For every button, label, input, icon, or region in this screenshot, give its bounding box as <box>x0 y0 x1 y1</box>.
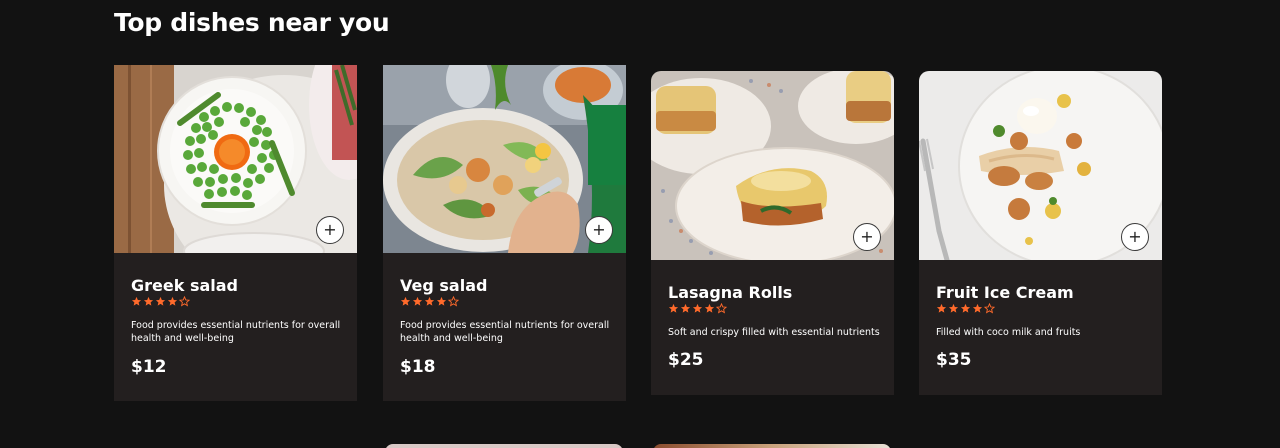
star-filled-icon <box>960 303 971 313</box>
star-filled-icon <box>936 303 947 313</box>
star-rating <box>131 296 340 310</box>
dish-card-peek[interactable] <box>385 444 623 448</box>
star-filled-icon <box>972 303 983 313</box>
plus-icon: + <box>860 227 874 246</box>
dish-description: Soft and crispy filled with essential nu… <box>668 327 880 338</box>
add-to-cart-button[interactable]: + <box>585 216 613 244</box>
star-rating <box>400 296 609 310</box>
dish-name: Fruit Ice Cream <box>936 283 1074 302</box>
page: Top dishes near you + Greek salad Food p… <box>0 0 1280 448</box>
dish-info: Greek salad Food provides essential nutr… <box>114 253 357 377</box>
dish-name: Veg salad <box>400 276 488 295</box>
dish-card-lasagna-rolls[interactable]: + Lasagna Rolls Soft and crispy filled w… <box>651 71 894 395</box>
star-empty-icon <box>448 296 459 307</box>
dish-price: $18 <box>400 357 436 377</box>
star-filled-icon <box>131 296 142 306</box>
dish-description: Filled with coco milk and fruits <box>936 327 1081 338</box>
star-filled-icon <box>680 303 691 313</box>
star-filled-icon <box>704 303 715 313</box>
dish-photo: + <box>383 65 626 253</box>
star-filled-icon <box>424 296 435 306</box>
add-to-cart-button[interactable]: + <box>853 223 881 251</box>
dish-photo: + <box>651 71 894 260</box>
star-empty-icon <box>179 296 190 307</box>
star-filled-icon <box>412 296 423 306</box>
star-filled-icon <box>167 296 178 306</box>
plus-icon: + <box>1128 227 1142 246</box>
dish-name: Greek salad <box>131 276 238 295</box>
dish-photo: + <box>919 71 1162 260</box>
dish-card-peek[interactable] <box>653 444 891 448</box>
star-empty-icon <box>716 303 727 314</box>
star-filled-icon <box>155 296 166 306</box>
star-filled-icon <box>692 303 703 313</box>
dish-photo: + <box>114 65 357 253</box>
add-to-cart-button[interactable]: + <box>316 216 344 244</box>
plus-icon: + <box>592 220 606 239</box>
dish-description: Food provides essential nutrients for ov… <box>400 320 610 344</box>
add-to-cart-button[interactable]: + <box>1121 223 1149 251</box>
star-filled-icon <box>400 296 411 306</box>
dish-price: $25 <box>668 350 704 370</box>
dish-price: $35 <box>936 350 972 370</box>
star-rating <box>936 303 1145 317</box>
plus-icon: + <box>323 220 337 239</box>
dish-card-greek-salad[interactable]: + Greek salad Food provides essential nu… <box>114 65 357 401</box>
dish-info: Lasagna Rolls Soft and crispy filled wit… <box>651 260 894 370</box>
dish-description: Food provides essential nutrients for ov… <box>131 320 341 344</box>
star-filled-icon <box>143 296 154 306</box>
dish-info: Fruit Ice Cream Filled with coco milk an… <box>919 260 1162 370</box>
dish-name: Lasagna Rolls <box>668 283 793 302</box>
dish-card-fruit-ice-cream[interactable]: + Fruit Ice Cream Filled with coco milk … <box>919 71 1162 395</box>
dish-price: $12 <box>131 357 167 377</box>
star-filled-icon <box>436 296 447 306</box>
dish-info: Veg salad Food provides essential nutrie… <box>383 253 626 377</box>
star-empty-icon <box>984 303 995 314</box>
star-filled-icon <box>668 303 679 313</box>
section-title: Top dishes near you <box>114 8 390 37</box>
star-filled-icon <box>948 303 959 313</box>
star-rating <box>668 303 877 317</box>
dish-card-veg-salad[interactable]: + Veg salad Food provides essential nutr… <box>383 65 626 401</box>
